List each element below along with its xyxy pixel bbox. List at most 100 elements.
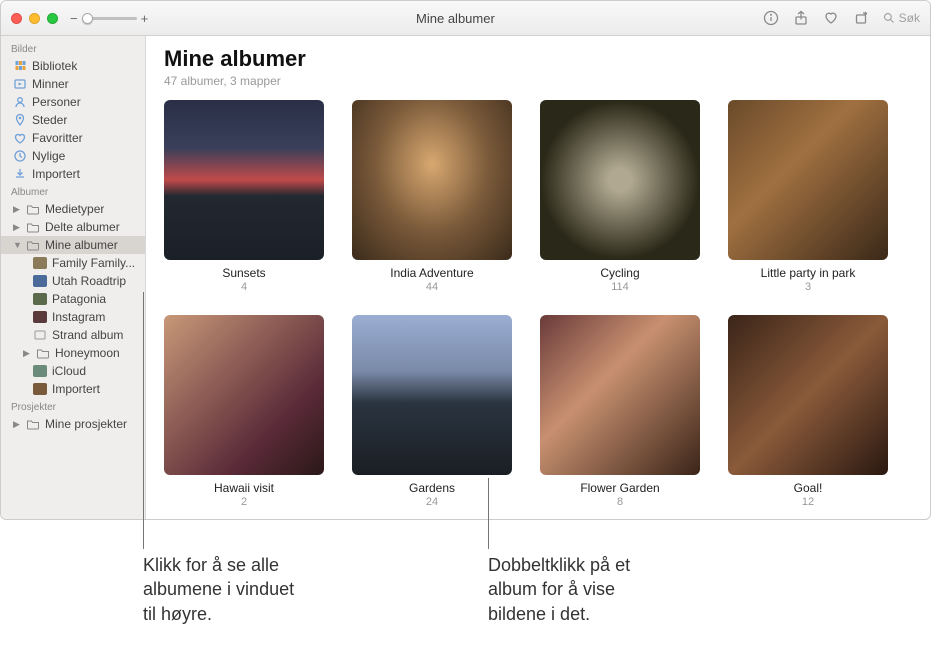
album-card[interactable]: Flower Garden8 [540, 315, 700, 508]
recent-icon [13, 149, 27, 163]
callout-line [488, 478, 489, 549]
window-body: Bilder Bibliotek Minner Personer Steder … [1, 36, 930, 519]
favorite-icon[interactable] [823, 10, 839, 26]
sidebar-item-mine-albumer[interactable]: ▼ Mine albumer [1, 236, 145, 254]
sidebar-item-medietyper[interactable]: ▶ Medietyper [1, 200, 145, 218]
album-name: Sunsets [222, 266, 265, 280]
people-icon [13, 95, 27, 109]
chevron-right-icon[interactable]: ▶ [13, 419, 21, 430]
zoom-in-icon[interactable]: + [141, 11, 149, 26]
fullscreen-window-button[interactable] [47, 13, 58, 24]
album-thumb-icon [33, 275, 47, 287]
album-thumb-icon [33, 365, 47, 377]
album-card[interactable]: Sunsets4 [164, 100, 324, 293]
album-name: India Adventure [390, 266, 473, 280]
sidebar-item-icloud[interactable]: iCloud [1, 362, 145, 380]
callout-right: Dobbeltklikk på et album for å vise bild… [488, 553, 630, 626]
album-count: 4 [241, 281, 247, 293]
window-controls [11, 13, 58, 24]
sidebar-item-bibliotek[interactable]: Bibliotek [1, 57, 145, 75]
sidebar-item-steder[interactable]: Steder [1, 111, 145, 129]
search-placeholder: Søk [899, 11, 920, 25]
album-name: Goal! [794, 481, 823, 495]
share-icon[interactable] [793, 10, 809, 26]
sidebar-item-importert-album[interactable]: Importert [1, 380, 145, 398]
album-outline-icon [33, 328, 47, 342]
album-thumbnail[interactable] [164, 315, 324, 475]
album-thumbnail[interactable] [728, 315, 888, 475]
album-count: 8 [617, 496, 623, 508]
chevron-right-icon[interactable]: ▶ [23, 348, 31, 359]
search-field[interactable]: Søk [883, 11, 920, 25]
toolbar-right: Søk [763, 10, 920, 26]
sidebar-section-prosjekter: Prosjekter [1, 398, 145, 415]
folder-icon [26, 417, 40, 431]
window-title: Mine albumer [148, 11, 762, 26]
folder-icon [26, 238, 40, 252]
album-thumb-icon [33, 293, 47, 305]
content-area[interactable]: Mine albumer 47 albumer, 3 mapper Sunset… [146, 36, 930, 519]
zoom-slider-group: − + [70, 11, 148, 26]
app-window: − + Mine albumer Søk [0, 0, 931, 520]
callout-left: Klikk for å se alle albumene i vinduet t… [143, 553, 294, 626]
sidebar-item-nylige[interactable]: Nylige [1, 147, 145, 165]
zoom-out-icon[interactable]: − [70, 11, 78, 26]
album-card[interactable]: Little party in park3 [728, 100, 888, 293]
album-thumbnail[interactable] [164, 100, 324, 260]
album-name: Cycling [600, 266, 639, 280]
album-thumbnail[interactable] [352, 100, 512, 260]
sidebar-item-mine-prosjekter[interactable]: ▶ Mine prosjekter [1, 415, 145, 433]
album-card[interactable]: Hawaii visit2 [164, 315, 324, 508]
sidebar-item-family[interactable]: Family Family... [1, 254, 145, 272]
zoom-slider[interactable] [82, 17, 137, 20]
page-title: Mine albumer [164, 46, 912, 72]
album-thumbnail[interactable] [352, 315, 512, 475]
chevron-down-icon[interactable]: ▼ [13, 240, 21, 250]
album-thumbnail[interactable] [540, 315, 700, 475]
zoom-slider-thumb[interactable] [82, 13, 93, 24]
album-card[interactable]: Cycling114 [540, 100, 700, 293]
album-count: 24 [426, 496, 438, 508]
callout-line [143, 292, 144, 549]
sidebar-item-minner[interactable]: Minner [1, 75, 145, 93]
sidebar[interactable]: Bilder Bibliotek Minner Personer Steder … [1, 36, 146, 519]
sidebar-item-strand[interactable]: Strand album [1, 326, 145, 344]
info-icon[interactable] [763, 10, 779, 26]
album-card[interactable]: Goal!12 [728, 315, 888, 508]
favorites-icon [13, 131, 27, 145]
page-subtitle: 47 albumer, 3 mapper [164, 74, 912, 88]
album-thumbnail[interactable] [728, 100, 888, 260]
sidebar-section-bilder: Bilder [1, 40, 145, 57]
folder-icon [36, 346, 50, 360]
sidebar-item-delte-albumer[interactable]: ▶ Delte albumer [1, 218, 145, 236]
sidebar-item-honeymoon[interactable]: ▶ Honeymoon [1, 344, 145, 362]
album-card[interactable]: India Adventure44 [352, 100, 512, 293]
rotate-icon[interactable] [853, 10, 869, 26]
sidebar-item-patagonia[interactable]: Patagonia [1, 290, 145, 308]
album-thumb-icon [33, 311, 47, 323]
sidebar-item-personer[interactable]: Personer [1, 93, 145, 111]
places-icon [13, 113, 27, 127]
minimize-window-button[interactable] [29, 13, 40, 24]
sidebar-item-importert[interactable]: Importert [1, 165, 145, 183]
folder-icon [26, 202, 40, 216]
albums-grid: Sunsets4India Adventure44Cycling114Littl… [164, 100, 912, 508]
library-icon [13, 59, 27, 73]
sidebar-item-favoritter[interactable]: Favoritter [1, 129, 145, 147]
album-thumbnail[interactable] [540, 100, 700, 260]
album-name: Flower Garden [580, 481, 659, 495]
chevron-right-icon[interactable]: ▶ [13, 204, 21, 215]
album-count: 12 [802, 496, 814, 508]
sidebar-item-instagram[interactable]: Instagram [1, 308, 145, 326]
album-count: 44 [426, 281, 438, 293]
close-window-button[interactable] [11, 13, 22, 24]
chevron-right-icon[interactable]: ▶ [13, 222, 21, 233]
memories-icon [13, 77, 27, 91]
toolbar: − + Mine albumer Søk [1, 1, 930, 36]
album-count: 114 [611, 281, 629, 293]
search-icon [883, 12, 895, 24]
album-thumb-icon [33, 383, 47, 395]
album-count: 3 [805, 281, 811, 293]
sidebar-item-utah[interactable]: Utah Roadtrip [1, 272, 145, 290]
album-name: Gardens [409, 481, 455, 495]
